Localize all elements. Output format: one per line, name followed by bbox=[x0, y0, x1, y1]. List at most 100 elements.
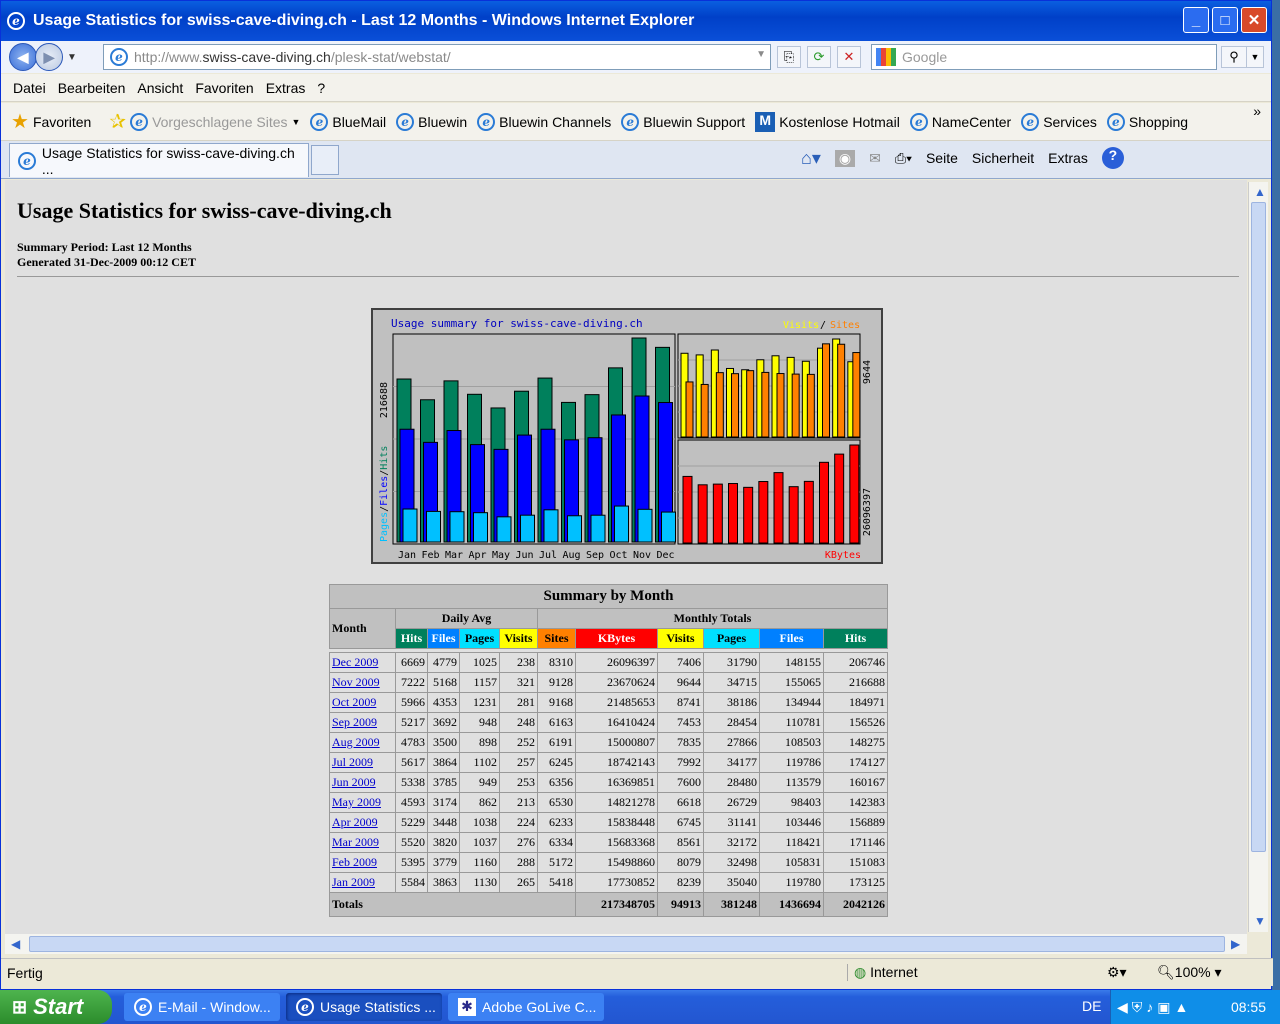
search-icon[interactable]: ⚲ bbox=[1221, 46, 1247, 68]
table-cell: 1025 bbox=[459, 652, 500, 673]
month-link[interactable]: Aug 2009 bbox=[332, 735, 380, 749]
table-cell: 35040 bbox=[703, 872, 760, 893]
forward-button[interactable]: ▶ bbox=[35, 43, 63, 71]
protected-mode-icon[interactable]: ⚙▾ bbox=[1107, 964, 1157, 981]
help-icon[interactable]: ? bbox=[1101, 147, 1124, 169]
table-cell: 7992 bbox=[657, 752, 704, 773]
search-options-icon[interactable]: ▼ bbox=[1246, 46, 1264, 68]
start-label: Start bbox=[33, 994, 84, 1019]
mail-icon[interactable]: ✉ bbox=[869, 150, 881, 167]
task-usage-statistics[interactable]: e Usage Statistics ... bbox=[286, 993, 442, 1021]
bar-pages bbox=[590, 514, 606, 543]
fav-label: Bluewin Support bbox=[643, 113, 746, 130]
month-link[interactable]: Apr 2009 bbox=[332, 815, 378, 829]
menu-datei[interactable]: Datei bbox=[13, 80, 46, 96]
fav-hotmail[interactable]: M Kostenlose Hotmail bbox=[755, 111, 900, 132]
compat-view-icon[interactable]: ⎘ bbox=[777, 46, 801, 68]
month-link[interactable]: Jun 2009 bbox=[332, 775, 376, 789]
maximize-button[interactable]: □ bbox=[1212, 7, 1238, 33]
month-link[interactable]: Dec 2009 bbox=[332, 655, 378, 669]
menu-ansicht[interactable]: Ansicht bbox=[137, 80, 183, 96]
add-favorite-icon[interactable]: ✰ bbox=[109, 109, 126, 134]
address-dropdown-icon[interactable]: ▼ bbox=[756, 49, 766, 60]
scroll-right-icon[interactable]: ▶ bbox=[1231, 937, 1240, 951]
more-favorites-icon[interactable]: » bbox=[1253, 103, 1261, 119]
month-link[interactable]: Mar 2009 bbox=[332, 835, 379, 849]
close-button[interactable]: ✕ bbox=[1241, 7, 1267, 33]
table-cell: 23670624 bbox=[575, 672, 658, 693]
vertical-scrollbar[interactable]: ▲ ▼ bbox=[1248, 182, 1268, 932]
table-cell: 184971 bbox=[823, 692, 888, 713]
search-input[interactable]: Google bbox=[871, 44, 1217, 70]
minimize-button[interactable]: _ bbox=[1183, 7, 1209, 33]
language-indicator[interactable]: DE bbox=[1082, 998, 1101, 1014]
table-cell: 4783 bbox=[395, 732, 428, 753]
command-bar: ⌂▾ ◉ ✉ ⎙▾ Seite Sicherheit Extras ? bbox=[801, 147, 1124, 169]
page-menu[interactable]: Seite bbox=[926, 150, 958, 166]
bar-kbytes bbox=[773, 472, 784, 544]
title-bar[interactable]: e Usage Statistics for swiss-cave-diving… bbox=[1, 1, 1271, 41]
favorites-star-icon[interactable]: ★ bbox=[11, 109, 29, 134]
new-tab-button[interactable] bbox=[311, 145, 339, 175]
stop-icon[interactable]: ✕ bbox=[837, 46, 861, 68]
table-cell: 16410424 bbox=[575, 712, 658, 733]
bar-sites bbox=[852, 352, 861, 438]
horizontal-scroll-thumb[interactable] bbox=[29, 936, 1225, 952]
menu-favoriten[interactable]: Favoriten bbox=[195, 80, 253, 96]
fav-bluewin-channels[interactable]: e Bluewin Channels bbox=[477, 112, 612, 131]
zoom-control[interactable]: 🔍︎100% ▾ bbox=[1157, 964, 1222, 981]
menu-bearbeiten[interactable]: Bearbeiten bbox=[58, 80, 126, 96]
ie-icon: e bbox=[621, 112, 640, 131]
month-link[interactable]: Jan 2009 bbox=[332, 875, 375, 889]
month-link[interactable]: Nov 2009 bbox=[332, 675, 380, 689]
month-link[interactable]: Feb 2009 bbox=[332, 855, 377, 869]
bar-kbytes bbox=[728, 483, 738, 544]
menu-help[interactable]: ? bbox=[317, 80, 325, 96]
usage-chart: Usage summary for swiss-cave-diving.ch Ja… bbox=[371, 308, 883, 564]
vertical-scroll-thumb[interactable] bbox=[1251, 202, 1266, 852]
x-tick-label: May bbox=[492, 550, 510, 561]
feeds-icon[interactable]: ◉ bbox=[834, 149, 856, 167]
fav-namecenter[interactable]: e NameCenter bbox=[909, 112, 1011, 131]
ie-logo-icon: e bbox=[7, 12, 25, 30]
refresh-icon[interactable]: ⟳ bbox=[807, 46, 831, 68]
month-link[interactable]: Sep 2009 bbox=[332, 715, 377, 729]
task-email[interactable]: e E-Mail - Window... bbox=[124, 993, 280, 1021]
favorites-button[interactable]: Favoriten bbox=[33, 114, 91, 130]
address-input[interactable]: e http://www. swiss-cave-diving.ch/plesk-… bbox=[103, 44, 771, 70]
history-dropdown-icon[interactable]: ▼ bbox=[67, 52, 77, 63]
total-visits: 94913 bbox=[657, 892, 704, 917]
fav-label: Bluewin Channels bbox=[499, 113, 612, 130]
fav-bluewin-support[interactable]: e Bluewin Support bbox=[621, 112, 746, 131]
fav-bluewin[interactable]: e Bluewin bbox=[396, 112, 467, 131]
table-cell: 8741 bbox=[657, 692, 704, 713]
fav-services[interactable]: e Services bbox=[1021, 112, 1097, 131]
scroll-up-icon[interactable]: ▲ bbox=[1254, 185, 1266, 199]
month-link[interactable]: May 2009 bbox=[332, 795, 381, 809]
x-tick-label: Jul bbox=[539, 550, 557, 561]
table-cell: 5395 bbox=[395, 852, 428, 873]
print-icon[interactable]: ⎙▾ bbox=[895, 150, 912, 167]
legend-hits: Hits bbox=[379, 446, 390, 470]
menu-extras[interactable]: Extras bbox=[266, 80, 306, 96]
legend-pages: Pages bbox=[379, 512, 390, 542]
home-icon[interactable]: ⌂▾ bbox=[801, 148, 821, 169]
tools-menu[interactable]: Extras bbox=[1048, 150, 1088, 166]
fav-bluemail[interactable]: e BlueMail bbox=[310, 112, 386, 131]
scroll-left-icon[interactable]: ◀ bbox=[11, 937, 20, 951]
table-cell: 257 bbox=[499, 752, 538, 773]
back-button[interactable]: ◀ bbox=[9, 43, 37, 71]
start-button[interactable]: ⊞ Start bbox=[0, 990, 112, 1024]
tray-icons[interactable]: ◀⛨♪▣▲ bbox=[1117, 999, 1192, 1016]
fav-suggested-sites[interactable]: e Vorgeschlagene Sites ▼ bbox=[130, 112, 300, 131]
tab-usage-statistics[interactable]: e Usage Statistics for swiss-cave-diving… bbox=[9, 143, 309, 177]
month-link[interactable]: Jul 2009 bbox=[332, 755, 373, 769]
task-golive[interactable]: ✱ Adobe GoLive C... bbox=[448, 993, 604, 1021]
horizontal-scrollbar[interactable]: ◀ ▶ bbox=[5, 934, 1247, 954]
bar-pages bbox=[496, 516, 512, 543]
safety-menu[interactable]: Sicherheit bbox=[972, 150, 1034, 166]
month-link[interactable]: Oct 2009 bbox=[332, 695, 376, 709]
scroll-down-icon[interactable]: ▼ bbox=[1254, 914, 1266, 928]
table-cell: 18742143 bbox=[575, 752, 658, 773]
fav-shopping[interactable]: e Shopping bbox=[1106, 112, 1188, 131]
